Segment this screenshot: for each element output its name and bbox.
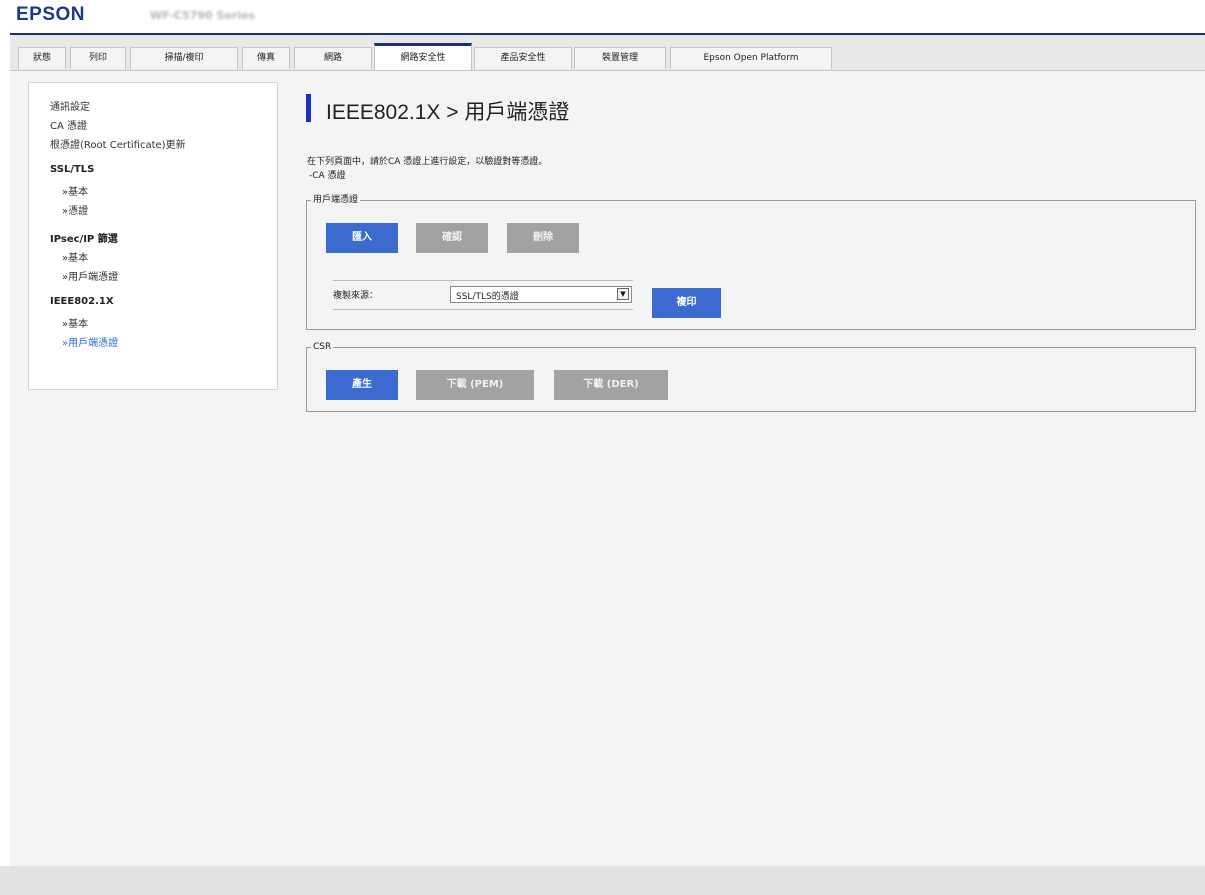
download-pem-button[interactable]: 下載 (PEM) <box>416 370 534 400</box>
confirm-button[interactable]: 確認 <box>416 223 488 253</box>
sidebar-item-ssl-basic[interactable]: »基本 <box>62 183 88 198</box>
copy-source-select[interactable]: SSL/TLS的憑證 ▼ <box>450 286 632 303</box>
header: EPSON WF-C5790 Series <box>0 0 1205 35</box>
sidebar-section-ipsec: IPsec/IP 篩選 <box>50 234 118 245</box>
tab-fax[interactable]: 傳真 <box>242 47 290 69</box>
epson-logo: EPSON <box>16 4 86 25</box>
sidebar-item-ipsec-client-certificate[interactable]: »用戶端憑證 <box>62 268 118 283</box>
tab-network[interactable]: 網路 <box>294 47 372 69</box>
description-text: 在下列頁面中，請於CA 憑證上進行設定，以驗證對等憑證。 <box>307 157 548 167</box>
tab-bar: 狀態 列印 掃描/複印 傳真 網路 網路安全性 產品安全性 裝置管理 Epson… <box>10 35 1205 71</box>
tab-status[interactable]: 狀態 <box>18 47 66 69</box>
sidebar-section-ssl-tls: SSL/TLS <box>50 164 95 175</box>
copy-source-value: SSL/TLS的憑證 <box>456 292 519 302</box>
copy-source-label: 複製來源： <box>333 291 379 301</box>
copy-button[interactable]: 複印 <box>652 288 721 318</box>
import-button[interactable]: 匯入 <box>326 223 398 253</box>
download-der-button[interactable]: 下載 (DER) <box>554 370 668 400</box>
tab-scan-copy[interactable]: 掃描/複印 <box>130 47 238 69</box>
sidebar-section-ieee8021x: IEEE802.1X <box>50 296 114 307</box>
sidebar-item-ieee-client-certificate[interactable]: »用戶端憑證 <box>62 334 118 349</box>
delete-button[interactable]: 刪除 <box>507 223 579 253</box>
chevron-down-icon[interactable]: ▼ <box>617 288 629 300</box>
client-certificate-legend: 用戶端憑證 <box>313 195 359 205</box>
divider <box>333 309 633 310</box>
sidebar-item-ieee-basic[interactable]: »基本 <box>62 315 88 330</box>
tab-print[interactable]: 列印 <box>70 47 126 69</box>
model-name: WF-C5790 Series <box>150 9 255 22</box>
tab-epson-open-platform[interactable]: Epson Open Platform <box>670 47 832 69</box>
tab-device-management[interactable]: 裝置管理 <box>574 47 666 69</box>
sidebar-item-communication-settings[interactable]: 通訊設定 <box>50 98 90 113</box>
sidebar-item-ca-certificate[interactable]: CA 憑證 <box>50 117 87 132</box>
footer-bar <box>0 866 1205 895</box>
ca-certificate-link[interactable]: -CA 憑證 <box>309 168 346 181</box>
generate-button[interactable]: 產生 <box>326 370 398 400</box>
title-accent-bar <box>306 94 311 122</box>
sidebar-item-ipsec-basic[interactable]: »基本 <box>62 249 88 264</box>
sidebar-item-root-certificate-update[interactable]: 根憑證(Root Certificate)更新 <box>50 136 186 151</box>
tab-product-security[interactable]: 產品安全性 <box>474 47 572 69</box>
csr-legend: CSR <box>313 342 332 352</box>
page-title: IEEE802.1X > 用戶端憑證 <box>326 101 570 124</box>
sidebar: 通訊設定 CA 憑證 根憑證(Root Certificate)更新 SSL/T… <box>28 82 278 390</box>
tab-network-security[interactable]: 網路安全性 <box>374 43 472 71</box>
sidebar-item-ssl-certificate[interactable]: »憑證 <box>62 202 88 217</box>
divider <box>333 280 633 281</box>
